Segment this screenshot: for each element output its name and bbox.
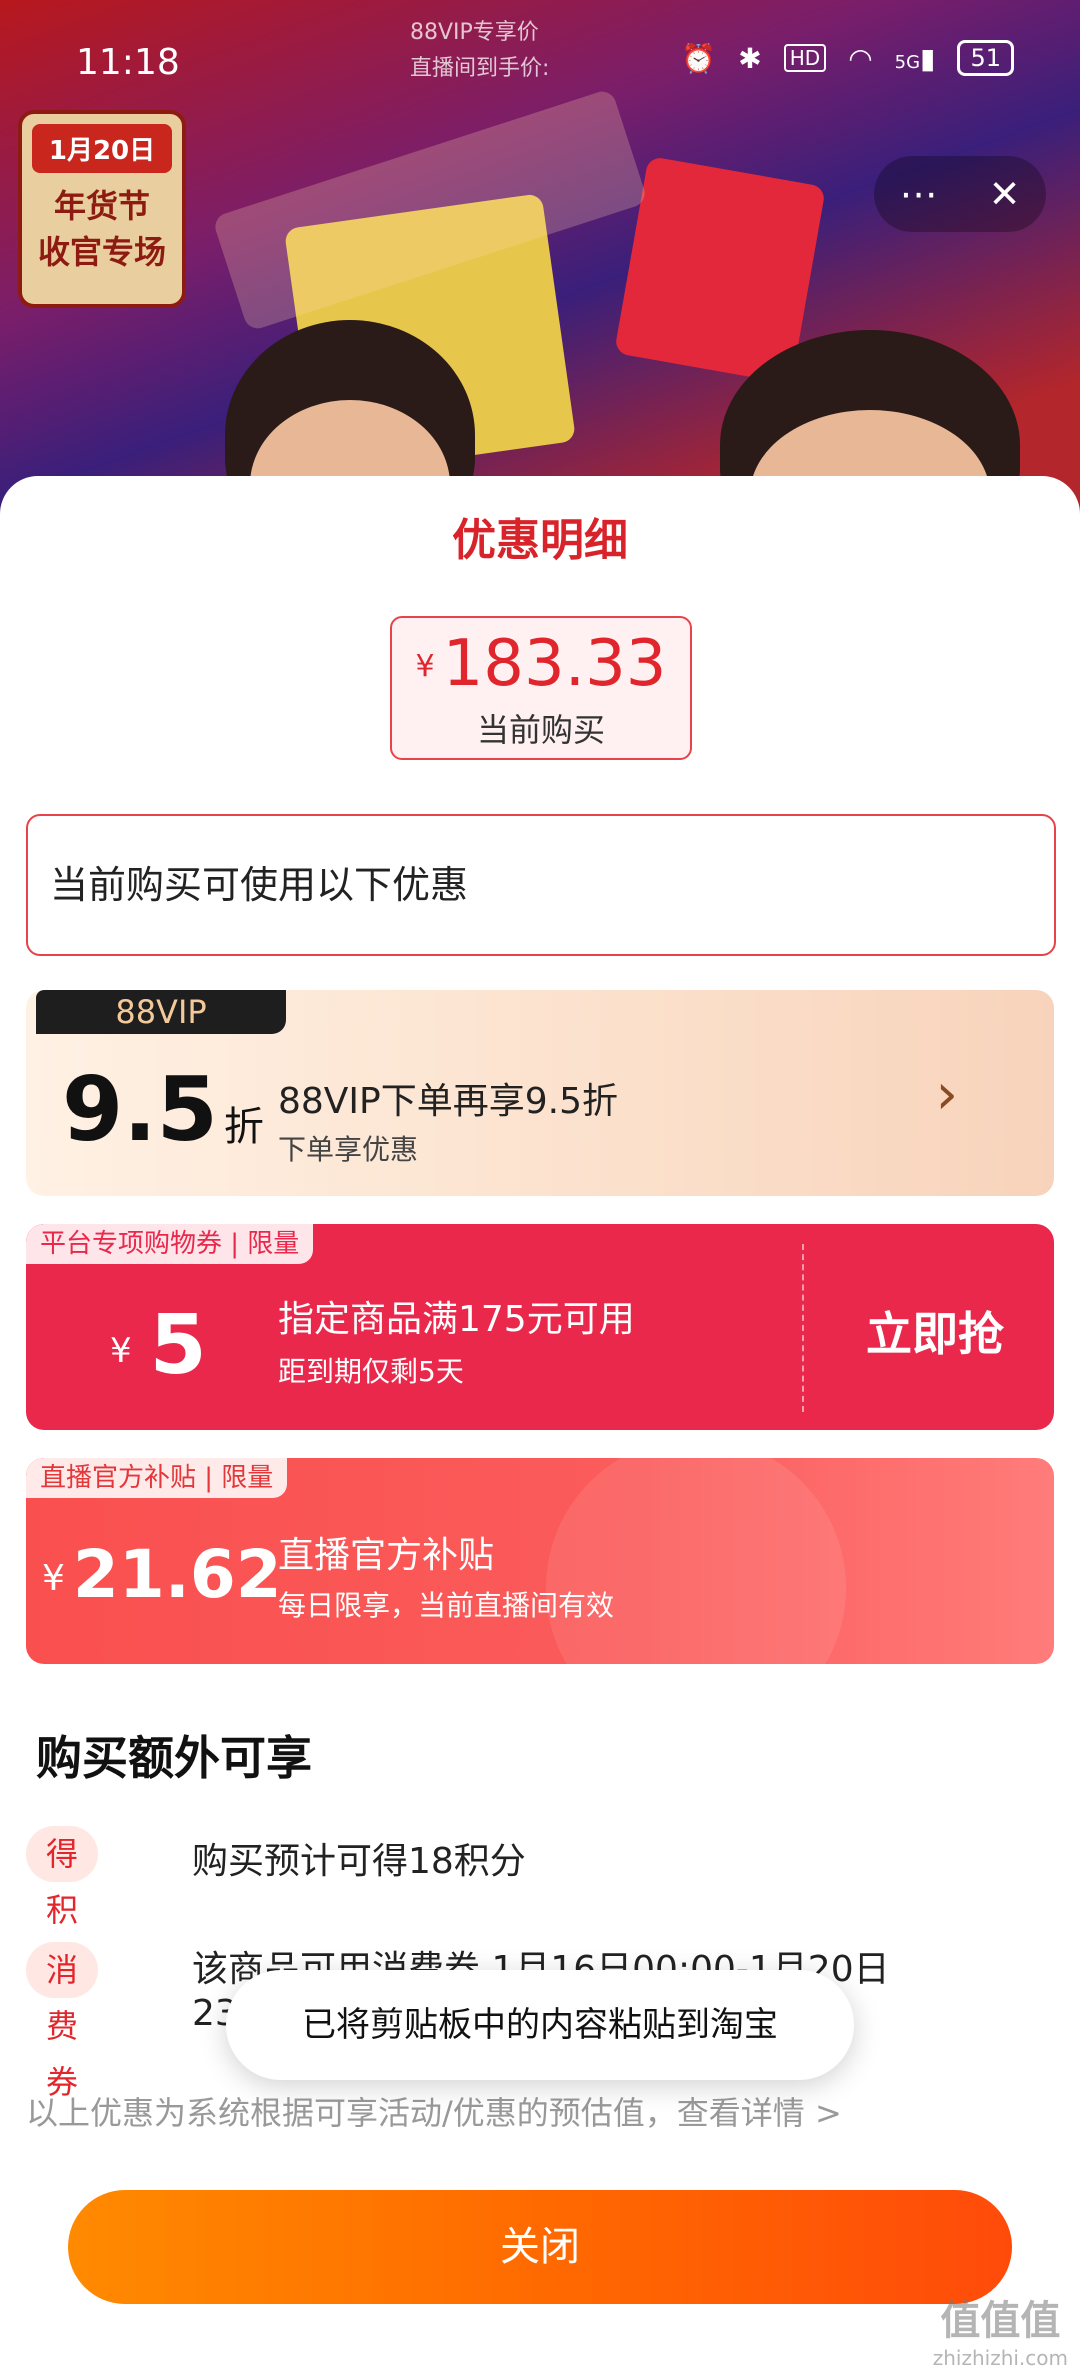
vip-tag: 88VIP [36,990,286,1034]
chevron-right-icon[interactable]: › [936,1062,958,1127]
coupon-value: 5 [149,1298,207,1393]
network-type: 5G [894,51,921,73]
subsidy-value: 21.62 [72,1536,282,1613]
event-badge[interactable]: 1月20日 年货节 收官专场 [18,110,186,308]
site-watermark: 值值值 zhizhizhi.com [933,2288,1068,2370]
points-text: 购买预计可得18积分 [192,1841,526,1882]
wifi-icon: ◠ [848,41,873,75]
price-caption: 当前购买 [476,711,605,750]
subsidy-amount: ¥21.62 [42,1536,282,1613]
discount-detail-sheet: 优惠明细 ¥183.33 当前购买 当前购买可使用以下优惠 88VIP 9.5 折… [0,476,1080,2376]
vip-discount-unit: 折 [223,1104,264,1150]
vip-discount-value: 9.5 [62,1058,218,1161]
alarm-icon: ⏰ [681,41,717,75]
status-bar: 11:18 ⏰ ✱ HD ◠ 5G▮ 51 [0,0,1080,120]
subsidy-subtitle: 每日限享，当前直播间有效 [278,1589,615,1622]
close-button[interactable]: 关闭 [68,2190,1012,2304]
coupon-currency: ¥ [110,1330,132,1371]
sheet-title: 优惠明细 [452,515,628,566]
vip-subtitle: 下单享优惠 [278,1133,419,1166]
points-pill: 得积分 [26,1826,99,1985]
bluetooth-icon: ✱ [738,41,762,75]
signal-icon: 5G▮ [894,41,936,75]
hd-icon: HD [783,44,827,72]
subsidy-tag: 直播官方补贴 | 限量 [26,1458,288,1498]
coupon-tag: 平台专项购物券 | 限量 [26,1224,314,1264]
live-subsidy-card: 直播官方补贴 | 限量 ¥21.62 直播官方补贴 每日限享，当前直播间有效 [26,1458,1054,1664]
platform-coupon-card: 平台专项购物券 | 限量 ¥5 指定商品满175元可用 距到期仅剩5天 立即抢 [26,1224,1054,1430]
event-line1: 年货节 [53,187,150,225]
watermark-main: 值值值 [940,2298,1061,2344]
coupon-divider [802,1244,804,1412]
callout-box: 当前购买可使用以下优惠 [26,814,1056,956]
current-price-box: ¥183.33 当前购买 [390,616,692,760]
top-actions: ⋯ ✕ [874,156,1046,232]
battery-icon: 51 [957,40,1014,76]
coupon-condition: 指定商品满175元可用 [278,1299,635,1340]
event-line2: 收官专场 [37,233,166,271]
clipboard-toast: 已将剪贴板中的内容粘贴到淘宝 [226,1970,854,2080]
vip-discount-card[interactable]: 88VIP 9.5 折 88VIP下单再享9.5折 下单享优惠 › [26,990,1054,1196]
extras-title: 购买额外可享 [36,1731,312,1785]
yen-watermark-icon [546,1458,846,1664]
disclaimer-link[interactable]: 以上优惠为系统根据可享活动/优惠的预估值，查看详情 > [26,2088,842,2134]
currency-symbol: ¥ [415,649,435,685]
event-date: 1月20日 [32,124,172,173]
voucher-pill: 消费券 [26,1942,99,2101]
callout-text: 当前购买可使用以下优惠 [50,863,469,907]
coupon-expiry: 距到期仅剩5天 [278,1355,464,1388]
price-amount: 183.33 [442,627,667,701]
status-icons: ⏰ ✱ HD ◠ 5G▮ 51 [681,40,1014,76]
close-icon[interactable]: ✕ [989,172,1021,216]
current-price: ¥183.33 [392,628,690,703]
subsidy-title: 直播官方补贴 [278,1535,495,1576]
coupon-amount: ¥5 [110,1298,207,1393]
vip-discount: 9.5 折 [62,1058,264,1161]
status-time: 11:18 [76,42,180,83]
more-icon[interactable]: ⋯ [900,172,938,216]
watermark-sub: zhizhizhi.com [932,2346,1068,2370]
grab-coupon-button[interactable]: 立即抢 [866,1298,1004,1364]
vip-title: 88VIP下单再享9.5折 [278,1081,619,1122]
subsidy-currency: ¥ [42,1558,65,1600]
